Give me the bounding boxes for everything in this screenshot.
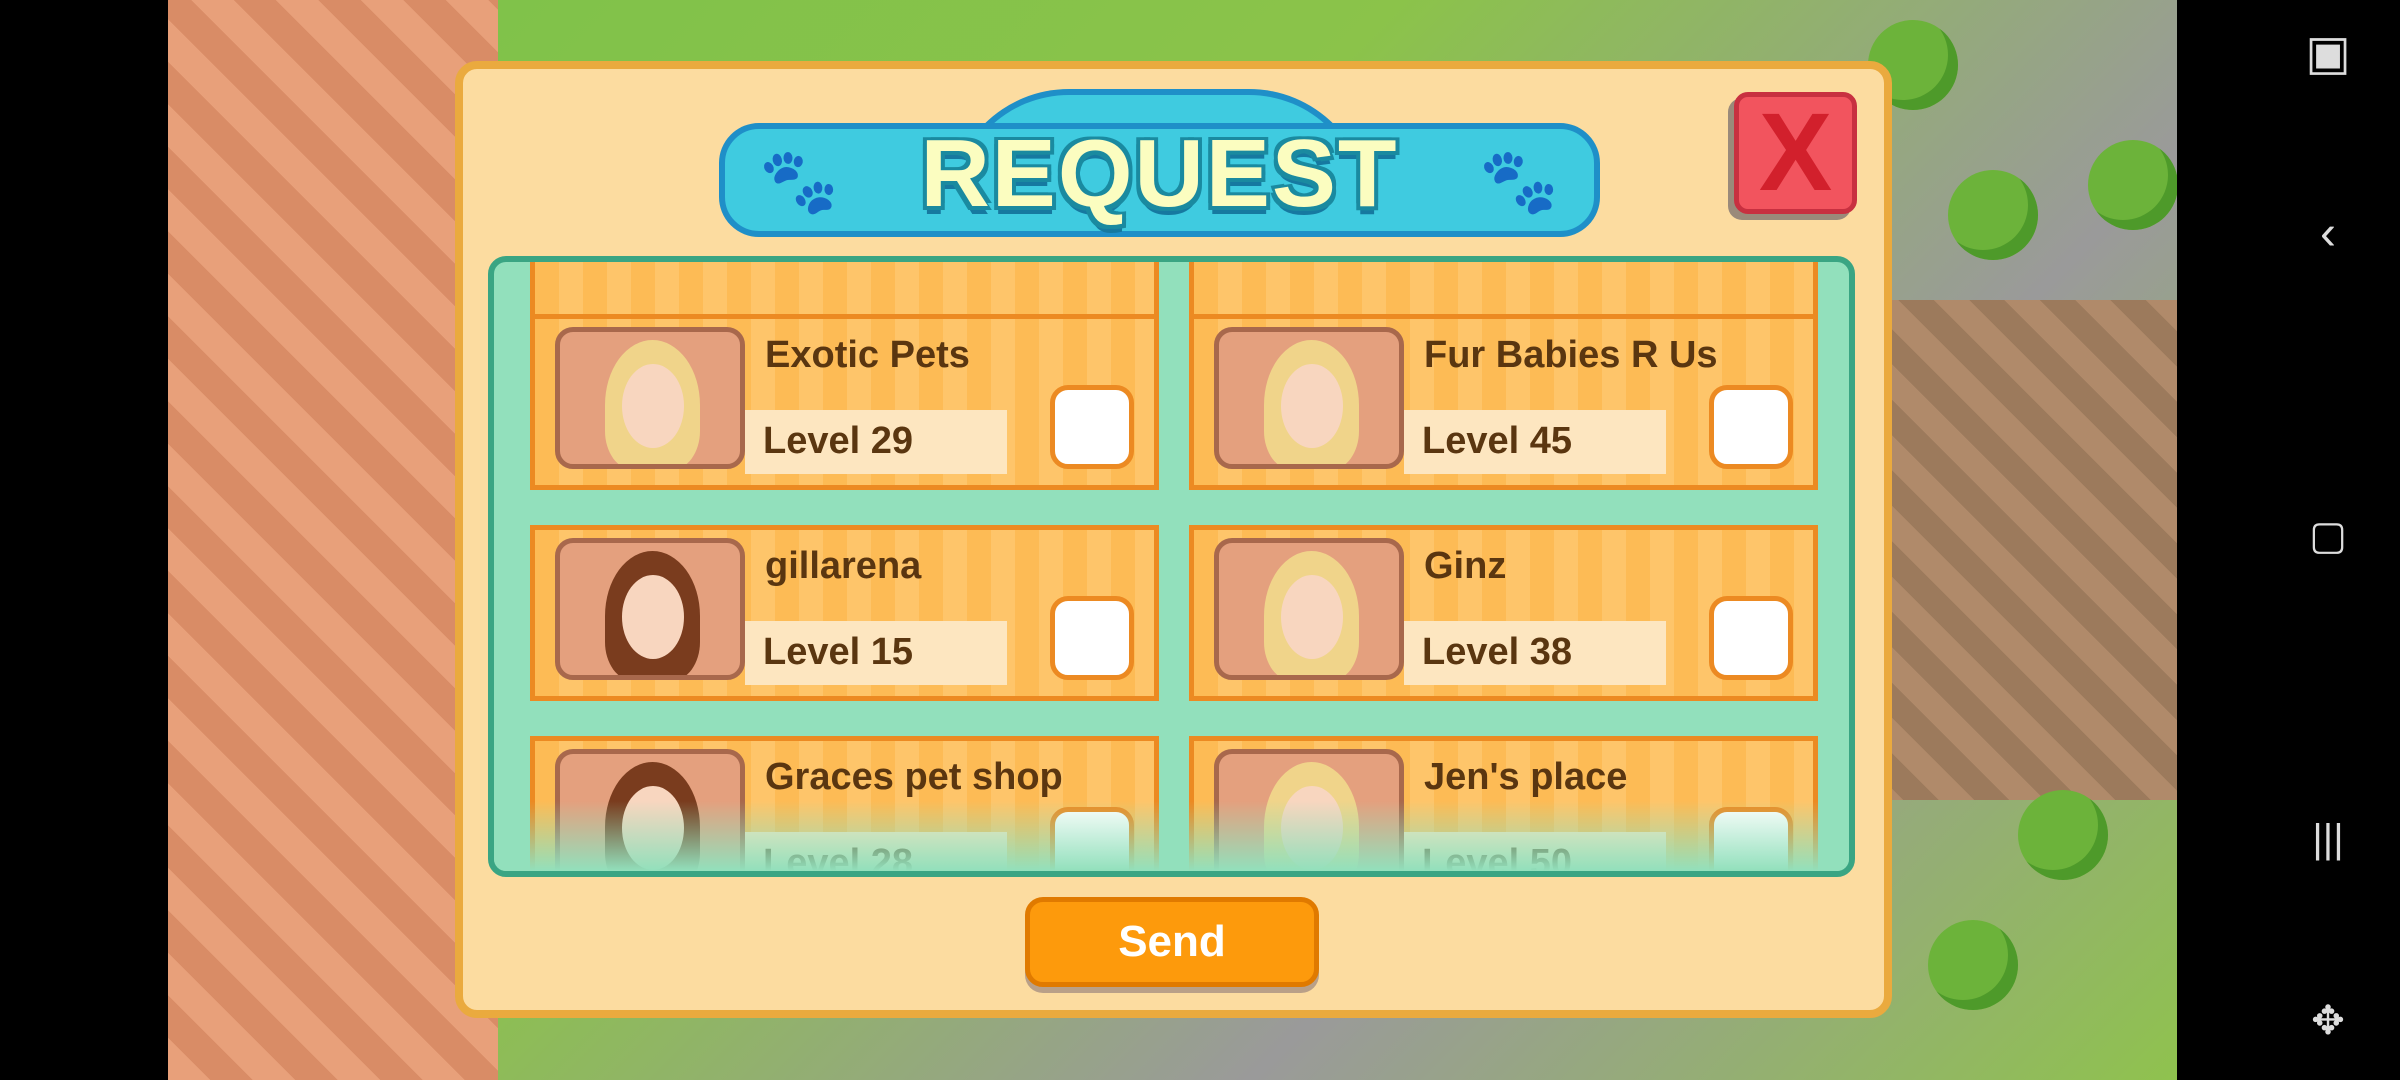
level-band: Level 29 bbox=[745, 410, 1007, 474]
friend-level: Level 45 bbox=[1422, 420, 1572, 462]
home-icon[interactable]: ▢ bbox=[2300, 508, 2356, 564]
friend-name: gillarena bbox=[765, 545, 922, 587]
tree bbox=[1928, 920, 2018, 1010]
select-checkbox[interactable] bbox=[1709, 596, 1793, 680]
level-band: Level 38 bbox=[1404, 621, 1666, 685]
friend-level: Level 29 bbox=[763, 420, 913, 462]
avatar bbox=[1214, 327, 1404, 469]
avatar bbox=[555, 538, 745, 680]
friend-card[interactable]: Level 38 Ginz bbox=[1189, 525, 1818, 701]
avatar bbox=[555, 327, 745, 469]
screen-touch-icon[interactable]: ▣ bbox=[2300, 26, 2356, 82]
select-checkbox[interactable] bbox=[1050, 385, 1134, 469]
select-checkbox[interactable] bbox=[1050, 596, 1134, 680]
recents-icon[interactable]: ||| bbox=[2300, 811, 2356, 867]
close-button[interactable]: X bbox=[1734, 92, 1857, 214]
level-band: Level 45 bbox=[1404, 410, 1666, 474]
tree bbox=[2018, 790, 2108, 880]
friend-card[interactable]: Level 15 gillarena bbox=[530, 525, 1159, 701]
back-icon[interactable]: ‹ bbox=[2300, 206, 2356, 262]
friend-list[interactable]: Level 29 Exotic Pets Level 45 Fur Babies… bbox=[488, 256, 1855, 877]
android-nav-bar bbox=[2177, 0, 2400, 1080]
friend-name: Fur Babies R Us bbox=[1424, 334, 1718, 376]
game-controller-icon[interactable]: ✥ bbox=[2300, 993, 2356, 1049]
friend-name: Graces pet shop bbox=[765, 756, 1063, 798]
select-checkbox[interactable] bbox=[1709, 385, 1793, 469]
send-button[interactable]: Send bbox=[1025, 897, 1319, 987]
friend-card[interactable]: Level 45 Fur Babies R Us bbox=[1189, 314, 1818, 490]
friend-level: Level 15 bbox=[763, 631, 913, 673]
friend-card[interactable]: Level 29 Exotic Pets bbox=[530, 314, 1159, 490]
dialog-title: REQUEST bbox=[920, 120, 1399, 227]
cobblestone-area bbox=[1868, 300, 2177, 800]
friend-name: Jen's place bbox=[1424, 756, 1628, 798]
friend-name: Exotic Pets bbox=[765, 334, 970, 376]
avatar bbox=[1214, 538, 1404, 680]
friend-level: Level 38 bbox=[1422, 631, 1572, 673]
title-banner: 🐾 🐾 REQUEST bbox=[719, 89, 1600, 237]
pet-shop-floor bbox=[168, 0, 498, 1080]
tree bbox=[2088, 140, 2177, 230]
tree bbox=[1948, 170, 2038, 260]
scroll-fade bbox=[494, 801, 1849, 871]
friend-name: Ginz bbox=[1424, 545, 1507, 587]
level-band: Level 15 bbox=[745, 621, 1007, 685]
